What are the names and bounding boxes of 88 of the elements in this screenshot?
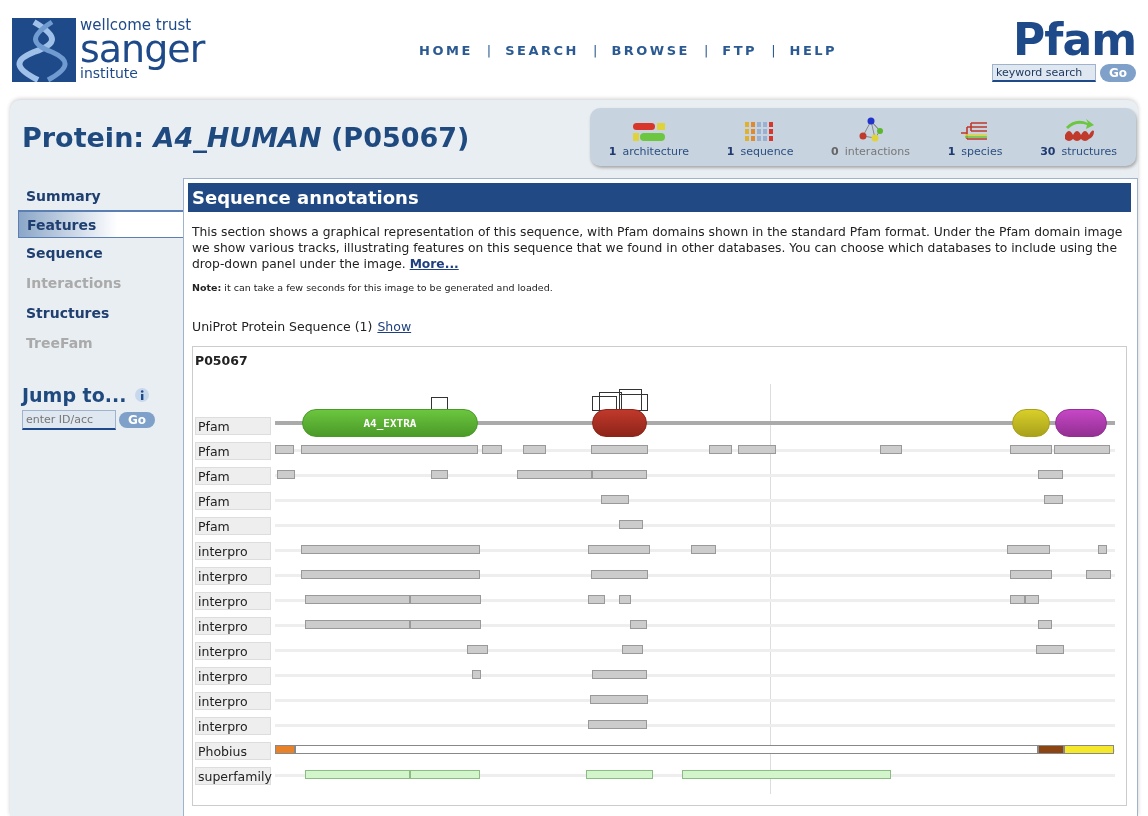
sequence-letters-icon [745,121,776,143]
feature-segment [1010,445,1052,454]
domain-pill[interactable] [592,409,647,437]
nav-separator: | [703,42,709,58]
accession-label: P05067 [195,353,249,368]
track-label: interpro [195,691,271,710]
feature-segment [588,545,650,554]
track-label: Pfam [195,516,271,535]
nav-separator: | [771,42,776,58]
nav-link[interactable]: FTP [722,42,758,58]
track-label: interpro [195,616,271,635]
nav-link[interactable]: SEARCH [505,42,579,58]
feature-segment [586,770,653,779]
feature-segment [709,445,732,454]
feature-segment [1036,645,1064,654]
feature-segment [630,620,647,629]
feature-segment [591,445,648,454]
jump-to-field[interactable]: enter ID/acc [22,410,116,430]
feature-segment [691,545,716,554]
feature-segment [588,720,647,729]
track-label: interpro [195,666,271,685]
feature-segment [1025,595,1039,604]
note-text: Note: it can take a few seconds for this image to be generated and loaded. [192,282,554,293]
feature-segment [1044,495,1063,504]
feature-segment [1086,570,1111,579]
nav-link[interactable]: HELP [789,42,838,58]
track-label: superfamily [195,766,271,785]
sidebar-tab[interactable]: Structures [18,298,183,328]
feature-segment [592,670,647,679]
feature-segment [1038,470,1063,479]
uniprot-label: UniProt Protein Sequence (1) [192,319,373,334]
feature-segment [277,470,295,479]
track-label: Pfam [195,417,271,435]
feature-segment [590,695,648,704]
sidebar-tab[interactable]: Features [18,211,183,238]
feature-segment [592,470,647,479]
track-label: interpro [195,541,271,560]
feature-segment [601,495,629,504]
stat-link[interactable]: 1 species [947,145,1003,158]
feature-segment [431,470,448,479]
show-link[interactable]: Show [377,319,412,334]
nav-link[interactable]: HOME [419,42,473,58]
track-label: Pfam [195,466,271,485]
track-label: interpro [195,641,271,660]
pfam-logo[interactable]: Pfam [1013,18,1136,62]
track-label: Phobius [195,741,271,760]
feature-segment [275,445,294,454]
feature-segment [622,645,643,654]
feature-segment [619,595,631,604]
domain-pill[interactable] [1055,409,1107,437]
feature-segment [619,520,643,529]
nav-separator: | [486,42,492,58]
domain-architecture-icon [631,121,666,143]
page-title: Protein: A4_HUMAN (P05067) [22,121,470,153]
feature-segment [591,570,648,579]
feature-segment [588,595,605,604]
keyword-search-field[interactable]: keyword search [991,64,1096,82]
nav-separator: | [593,42,598,58]
ball-and-stick-icon [857,117,884,143]
logo-text: sanger [80,30,205,68]
nav-link[interactable]: BROWSE [611,42,690,58]
feature-segment [472,670,481,679]
track-label: interpro [195,591,271,610]
stat-link[interactable]: 30 structures [1040,145,1118,158]
stat-link[interactable]: 1 sequence [726,145,794,158]
sidebar-tab[interactable]: Sequence [18,238,183,268]
feature-segment [1038,620,1052,629]
jump-to-title: Jump to... [22,384,127,406]
feature-segment [1010,570,1052,579]
track-label: interpro [195,716,271,735]
more-link[interactable]: More... [409,257,459,271]
logo-text: wellcome trust [80,18,193,33]
track-label: interpro [195,566,271,585]
track-label: Pfam [195,441,271,460]
feature-segment [1007,545,1050,554]
feature-segment [738,445,776,454]
feature-segment [1010,595,1025,604]
feature-segment [523,445,546,454]
info-icon[interactable] [134,387,151,403]
feature-segment [880,445,902,454]
feature-segment [1054,445,1110,454]
feature-segment [467,645,488,654]
feature-segment [482,445,502,454]
section-heading: Sequence annotations [188,183,1131,212]
track-label: Pfam [195,491,271,510]
feature-segment [1098,545,1107,554]
intro-paragraph: This section shows a graphical representation of this sequence, with Pfam domains shown in the standard Pfam format. Under the Pfam domain image we show various tracks, illustrating features on this sequence that we found in other databases. You can choose which databases to include using the drop-down panel under the image. More... [192,224,1124,272]
stat-link[interactable]: 1 architecture [608,145,690,158]
